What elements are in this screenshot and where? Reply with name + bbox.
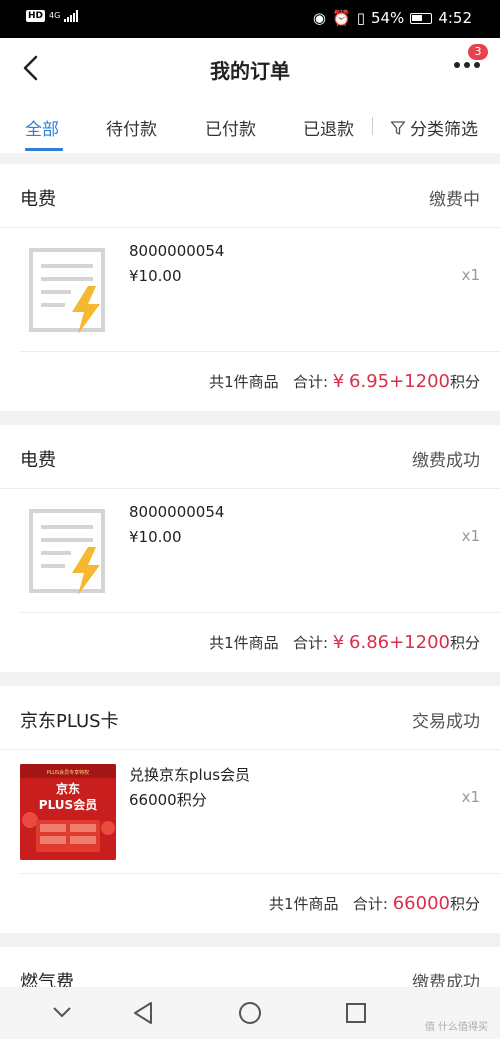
tab-pending-payment[interactable]: 待付款 (106, 115, 157, 140)
back-nav-icon[interactable] (132, 1001, 154, 1025)
hide-keyboard-icon[interactable] (52, 1005, 72, 1019)
total-amount: 6.95+1200 (349, 371, 450, 392)
total-label: 合计: (352, 895, 388, 913)
network-indicator: 4G (49, 11, 61, 20)
recents-nav-icon[interactable] (345, 1002, 367, 1024)
filter-icon (390, 120, 406, 135)
order-title: 电费 (20, 450, 56, 471)
filter-button[interactable]: 分类筛选 (390, 115, 478, 140)
status-bar: HD 4G ◉ ⏰ ▯ 54% 4:52 (0, 0, 500, 38)
order-status: 交易成功 (412, 712, 480, 732)
order-title: 燃气费 (20, 972, 74, 987)
order-footer: 共1件商品 合计: ¥ 6.95+1200积分 (20, 351, 500, 411)
order-card[interactable]: 燃气费 缴费成功 (0, 947, 500, 987)
order-status: 缴费中 (429, 190, 480, 210)
filter-label: 分类筛选 (410, 120, 478, 140)
thumb-brand: 京东 (56, 781, 80, 796)
order-card[interactable]: 京东PLUS卡 交易成功 PLUS会员专享特权 京东 PLUS会员 兑换京东pl… (0, 686, 500, 933)
order-status: 缴费成功 (412, 973, 480, 987)
item-price: ¥10.00 (129, 267, 182, 285)
battery-percent: 54% (370, 9, 405, 27)
tab-paid[interactable]: 已付款 (205, 115, 256, 140)
item-quantity: x1 (461, 527, 480, 545)
order-card[interactable]: 电费 缴费中 8000000054 ¥10.00 x1 共1件商品 合计: ¥ … (0, 164, 500, 411)
total-amount: 66000 (392, 893, 450, 914)
nav-bar: 我的订单 3 (0, 38, 500, 98)
total-amount: 6.86+1200 (349, 632, 450, 653)
order-card[interactable]: 电费 缴费成功 8000000054 ¥10.00 x1 共1件商品 合计: ¥… (0, 425, 500, 672)
order-tabs: 全部 待付款 已付款 已退款 分类筛选 (0, 98, 500, 153)
item-count: 共1件商品 (269, 895, 339, 913)
total-label: 合计: (292, 373, 328, 391)
order-header: 燃气费 缴费成功 (0, 947, 500, 987)
order-title: 京东PLUS卡 (20, 711, 119, 732)
order-footer: 共1件商品 合计: 66000积分 (20, 873, 500, 933)
home-nav-icon[interactable] (238, 1001, 262, 1025)
thumb-tagline: PLUS会员专享特权 (47, 769, 89, 776)
order-footer: 共1件商品 合计: ¥ 6.86+1200积分 (20, 612, 500, 672)
item-price: 66000积分 (129, 791, 207, 809)
item-count: 共1件商品 (209, 373, 279, 391)
notification-badge: 3 (468, 44, 488, 60)
tab-divider (372, 117, 373, 135)
more-menu-icon[interactable] (454, 62, 480, 68)
order-status: 缴费成功 (412, 451, 480, 471)
item-count: 共1件商品 (209, 634, 279, 652)
vibrate-icon: ▯ (356, 9, 365, 27)
clock: 4:52 (438, 9, 472, 27)
currency-symbol: ¥ (332, 371, 345, 392)
order-header: 京东PLUS卡 交易成功 (0, 686, 500, 750)
page-title: 我的订单 (210, 59, 290, 83)
order-item[interactable]: 8000000054 ¥10.00 x1 (0, 228, 500, 351)
electricity-bill-icon (29, 248, 105, 334)
order-item[interactable]: 8000000054 ¥10.00 x1 (0, 489, 500, 612)
tab-refunded[interactable]: 已退款 (303, 115, 354, 140)
signal-icon (64, 10, 79, 22)
order-header: 电费 缴费中 (0, 164, 500, 228)
hd-indicator: HD (26, 10, 46, 22)
tab-all[interactable]: 全部 (25, 115, 59, 140)
item-price: ¥10.00 (129, 528, 182, 546)
eye-icon: ◉ (312, 9, 327, 27)
active-tab-indicator (25, 148, 63, 151)
thumb-title: PLUS会员 (39, 797, 97, 812)
order-header: 电费 缴费成功 (0, 425, 500, 489)
item-name: 兑换京东plus会员 (129, 766, 251, 784)
alarm-icon: ⏰ (332, 9, 351, 27)
order-total: 共1件商品 合计: ¥ 6.95+1200积分 (209, 371, 480, 392)
order-title: 电费 (20, 189, 56, 210)
jd-plus-card-image: PLUS会员专享特权 京东 PLUS会员 (20, 764, 116, 860)
order-total: 共1件商品 合计: 66000积分 (269, 893, 480, 914)
points-suffix: 积分 (449, 895, 480, 913)
order-item[interactable]: PLUS会员专享特权 京东 PLUS会员 兑换京东plus会员 66000积分 … (0, 750, 500, 873)
currency-symbol: ¥ (332, 632, 345, 653)
item-name: 8000000054 (129, 242, 225, 260)
electricity-bill-icon (29, 509, 105, 595)
battery-icon (410, 12, 433, 24)
item-name: 8000000054 (129, 503, 225, 521)
item-quantity: x1 (461, 788, 480, 806)
item-quantity: x1 (461, 266, 480, 284)
order-total: 共1件商品 合计: ¥ 6.86+1200积分 (209, 632, 480, 653)
points-suffix: 积分 (449, 373, 480, 391)
total-label: 合计: (292, 634, 328, 652)
points-suffix: 积分 (449, 634, 480, 652)
system-nav-bar: 值 什么值得买 (0, 987, 500, 1039)
watermark: 值 什么值得买 (424, 1022, 488, 1033)
